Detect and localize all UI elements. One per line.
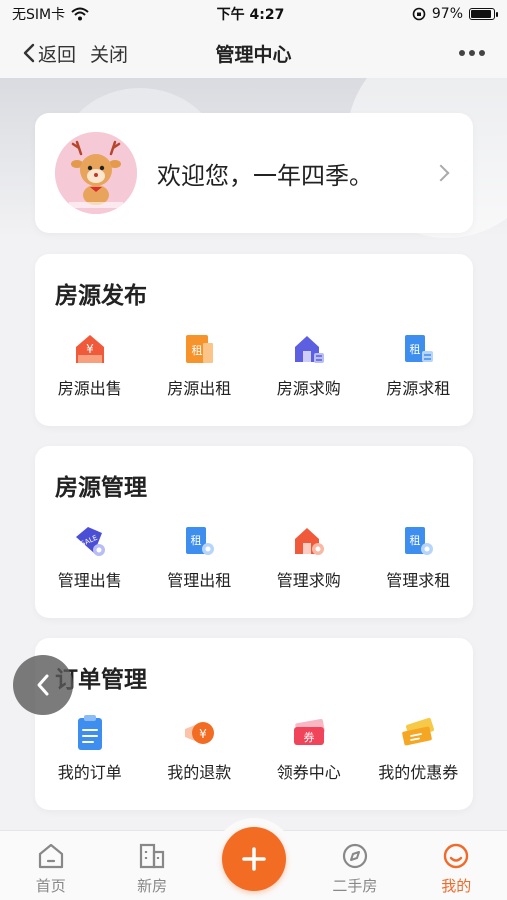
profile-card[interactable]: 欢迎您，一年四季。: [35, 113, 473, 233]
grid-item-label: 管理求租: [386, 571, 451, 590]
battery-percent: 97%: [431, 6, 463, 22]
svg-text:¥: ¥: [199, 727, 207, 741]
status-right: 97%: [412, 6, 498, 22]
more-button[interactable]: [459, 50, 485, 56]
close-button[interactable]: 关闭: [90, 40, 128, 67]
building-icon: [139, 843, 165, 869]
tab-label: 二手房: [332, 877, 378, 895]
clipboard-icon: [77, 715, 102, 750]
grid-item-label: 领券中心: [276, 763, 341, 782]
wifi-icon: [71, 7, 89, 21]
coupon-center-icon: 券: [293, 718, 325, 745]
nav-left: 返回 关闭: [22, 40, 128, 67]
grid-item-manage-buy[interactable]: 管理求购: [254, 521, 364, 591]
grid-item-my-orders[interactable]: 我的订单: [35, 713, 145, 783]
grid-item-label: 房源求租: [386, 379, 451, 398]
grid-item-rent-out[interactable]: 租 房源出租: [145, 329, 255, 399]
section-title: 房源管理: [55, 475, 147, 501]
more-dot-icon: [469, 50, 475, 56]
tab-new-homes[interactable]: 新房: [101, 831, 202, 900]
grid-item-label: 房源出租: [167, 379, 232, 398]
orders-section: 订单管理 我的订单 ¥ 我的退款 券 领券中心 我的优惠券: [35, 638, 473, 810]
chevron-left-icon: [23, 43, 35, 63]
grid-item-label: 管理求购: [276, 571, 341, 590]
publish-section: 房源发布 ¥ 房源出售 租 房源出租 房源求购 租 房源求租: [35, 254, 473, 426]
manage-grid: SALE 管理出售 租 管理出租 管理求购 租 管理求租: [35, 521, 473, 591]
svg-text:租: 租: [192, 344, 203, 357]
tab-label: 首页: [35, 877, 66, 895]
compass-icon: [342, 843, 367, 869]
smiley-icon: [444, 843, 469, 869]
back-button[interactable]: 返回: [22, 40, 76, 67]
orientation-lock-icon: [412, 7, 426, 21]
rent-search-icon: 租: [405, 335, 434, 362]
plus-icon: [242, 847, 266, 871]
grid-item-refunds[interactable]: ¥ 我的退款: [145, 713, 255, 783]
greeting-text: 欢迎您，一年四季。: [157, 161, 373, 190]
grid-item-my-coupons[interactable]: 我的优惠券: [364, 713, 474, 783]
refund-coin-icon: ¥: [185, 722, 215, 744]
grid-item-rent-request[interactable]: 租 房源求租: [364, 329, 474, 399]
add-button[interactable]: [222, 827, 286, 891]
grid-item-sell[interactable]: ¥ 房源出售: [35, 329, 145, 399]
sale-tag-icon: SALE: [75, 527, 105, 556]
house-search-icon: [294, 336, 324, 363]
house-yen-icon: ¥: [75, 335, 104, 363]
grid-item-label: 房源求购: [276, 379, 341, 398]
grid-item-buy-request[interactable]: 房源求购: [254, 329, 364, 399]
status-bar: 无SIM卡 下午 4:27 97%: [0, 0, 507, 28]
grid-item-manage-rent[interactable]: 租 管理出租: [145, 521, 255, 591]
deer-mascot-icon: [55, 132, 137, 214]
clock: 下午 4:27: [216, 7, 285, 23]
more-dot-icon: [459, 50, 465, 56]
svg-text:租: 租: [191, 534, 202, 547]
svg-text:券: 券: [303, 730, 314, 744]
publish-grid: ¥ 房源出售 租 房源出租 房源求购 租 房源求租: [35, 329, 473, 399]
nav-bar: 管理中心 返回 关闭: [0, 28, 507, 78]
my-coupons-icon: [402, 717, 435, 746]
plus-button-wrapper: [213, 818, 295, 900]
tab-home[interactable]: 首页: [0, 831, 101, 900]
chevron-left-icon: [37, 674, 49, 696]
back-label: 返回: [38, 43, 77, 66]
house-manage-icon: [294, 528, 324, 555]
chevron-right-icon: [432, 164, 450, 182]
tab-label: 新房: [137, 877, 168, 895]
tab-label: 我的: [441, 877, 472, 895]
more-dot-icon: [479, 50, 485, 56]
svg-text:租: 租: [410, 534, 421, 547]
grid-item-manage-rent-request[interactable]: 租 管理求租: [364, 521, 474, 591]
home-icon: [38, 843, 63, 869]
status-left: 无SIM卡: [12, 4, 89, 24]
battery-icon: [469, 8, 498, 20]
svg-text:租: 租: [410, 343, 421, 356]
grid-item-manage-sell[interactable]: SALE 管理出售: [35, 521, 145, 591]
tab-second-hand[interactable]: 二手房: [304, 831, 405, 900]
floating-back-button[interactable]: [13, 655, 73, 715]
manage-section: 房源管理 SALE 管理出售 租 管理出租 管理求购 租 管理求租: [35, 446, 473, 618]
rent-request-manage-icon: 租: [405, 527, 434, 555]
svg-text:¥: ¥: [86, 342, 94, 356]
grid-item-label: 我的订单: [57, 763, 122, 782]
rent-manage-icon: 租: [186, 527, 215, 555]
grid-item-label: 管理出售: [57, 571, 122, 590]
avatar: [55, 132, 137, 214]
tab-mine[interactable]: 我的: [406, 831, 507, 900]
grid-item-label: 我的退款: [167, 763, 232, 782]
rent-building-icon: 租: [186, 335, 214, 363]
section-title: 房源发布: [55, 283, 147, 309]
grid-item-label: 管理出租: [167, 571, 232, 590]
grid-item-coupon-center[interactable]: 券 领券中心: [254, 713, 364, 783]
grid-item-label: 我的优惠券: [378, 763, 459, 782]
orders-grid: 我的订单 ¥ 我的退款 券 领券中心 我的优惠券: [35, 713, 473, 783]
grid-item-label: 房源出售: [57, 379, 122, 398]
carrier-label: 无SIM卡: [12, 7, 66, 23]
